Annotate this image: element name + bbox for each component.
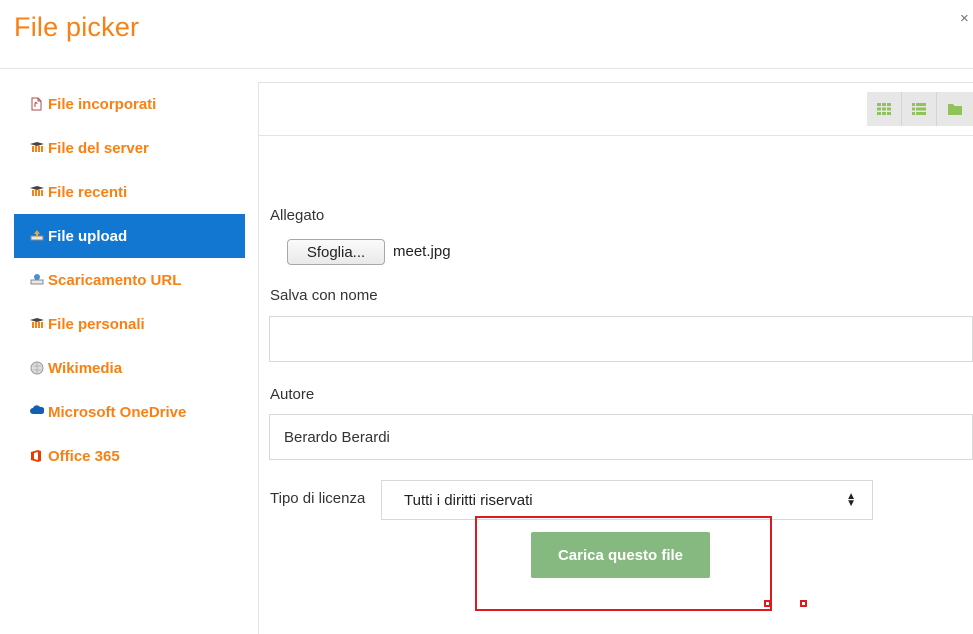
dialog-title: File picker <box>14 12 140 42</box>
save-as-input[interactable] <box>269 316 973 362</box>
file-embedded-icon <box>30 97 44 111</box>
sidebar-item-wikimedia[interactable]: Wikimedia <box>14 346 245 390</box>
sidebar-item-file-del-server[interactable]: File del server <box>14 126 245 170</box>
license-select[interactable]: Tutti i diritti riservati ▲ ▼ <box>381 480 873 520</box>
onedrive-cloud-icon <box>30 405 44 419</box>
license-label: Tipo di licenza <box>270 490 366 507</box>
sidebar-item-label: Scaricamento URL <box>48 271 182 289</box>
attachment-label: Allegato <box>270 207 325 224</box>
moodle-icon <box>30 141 44 155</box>
panel-divider <box>258 82 259 634</box>
url-download-icon <box>30 273 44 287</box>
sidebar-item-label: File del server <box>48 139 149 157</box>
sidebar-item-microsoft-onedrive[interactable]: Microsoft OneDrive <box>14 390 245 434</box>
sidebar-item-file-recenti[interactable]: File recenti <box>14 170 245 214</box>
sidebar-item-office-365[interactable]: Office 365 <box>14 434 245 478</box>
moodle-icon <box>30 317 44 331</box>
header-divider <box>0 68 973 69</box>
save-as-label: Salva con nome <box>270 287 378 304</box>
sidebar-item-file-personali[interactable]: File personali <box>14 302 245 346</box>
select-caret-icon: ▲ ▼ <box>846 491 856 509</box>
upload-icon <box>30 229 44 243</box>
sidebar-item-label: Wikimedia <box>48 359 123 377</box>
wikimedia-globe-icon <box>30 361 44 375</box>
sidebar-item-label: Office 365 <box>48 447 120 465</box>
sidebar-item-file-upload[interactable]: File upload <box>14 214 245 258</box>
author-input[interactable] <box>269 414 973 460</box>
sidebar-item-file-incorporati[interactable]: File incorporati <box>14 82 245 126</box>
sidebar-item-label: File incorporati <box>48 95 157 113</box>
sidebar-item-label: File recenti <box>48 183 128 201</box>
annotation-handle <box>764 600 771 607</box>
view-switcher <box>867 92 973 126</box>
list-view-icon[interactable] <box>902 92 937 126</box>
author-label: Autore <box>270 386 315 403</box>
repository-sidebar: File incorporati File del server File re… <box>14 82 245 634</box>
moodle-icon <box>30 185 44 199</box>
grid-view-icon[interactable] <box>867 92 902 126</box>
folder-view-icon[interactable] <box>937 92 972 126</box>
annotation-highlight-box <box>475 516 772 611</box>
selected-filename: meet.jpg <box>393 243 451 260</box>
office365-icon <box>30 449 44 463</box>
license-selected-value: Tutti i diritti riservati <box>404 491 533 509</box>
sidebar-item-label: File personali <box>48 315 145 333</box>
close-icon[interactable]: × <box>960 10 969 27</box>
view-toolbar <box>258 82 973 136</box>
file-picker-dialog: File picker × File incorporati File del … <box>0 0 973 634</box>
sidebar-item-scaricamento-url[interactable]: Scaricamento URL <box>14 258 245 302</box>
browse-button[interactable]: Sfoglia... <box>287 239 385 265</box>
sidebar-item-label: File upload <box>48 227 128 245</box>
sidebar-item-label: Microsoft OneDrive <box>48 403 187 421</box>
annotation-handle <box>800 600 807 607</box>
